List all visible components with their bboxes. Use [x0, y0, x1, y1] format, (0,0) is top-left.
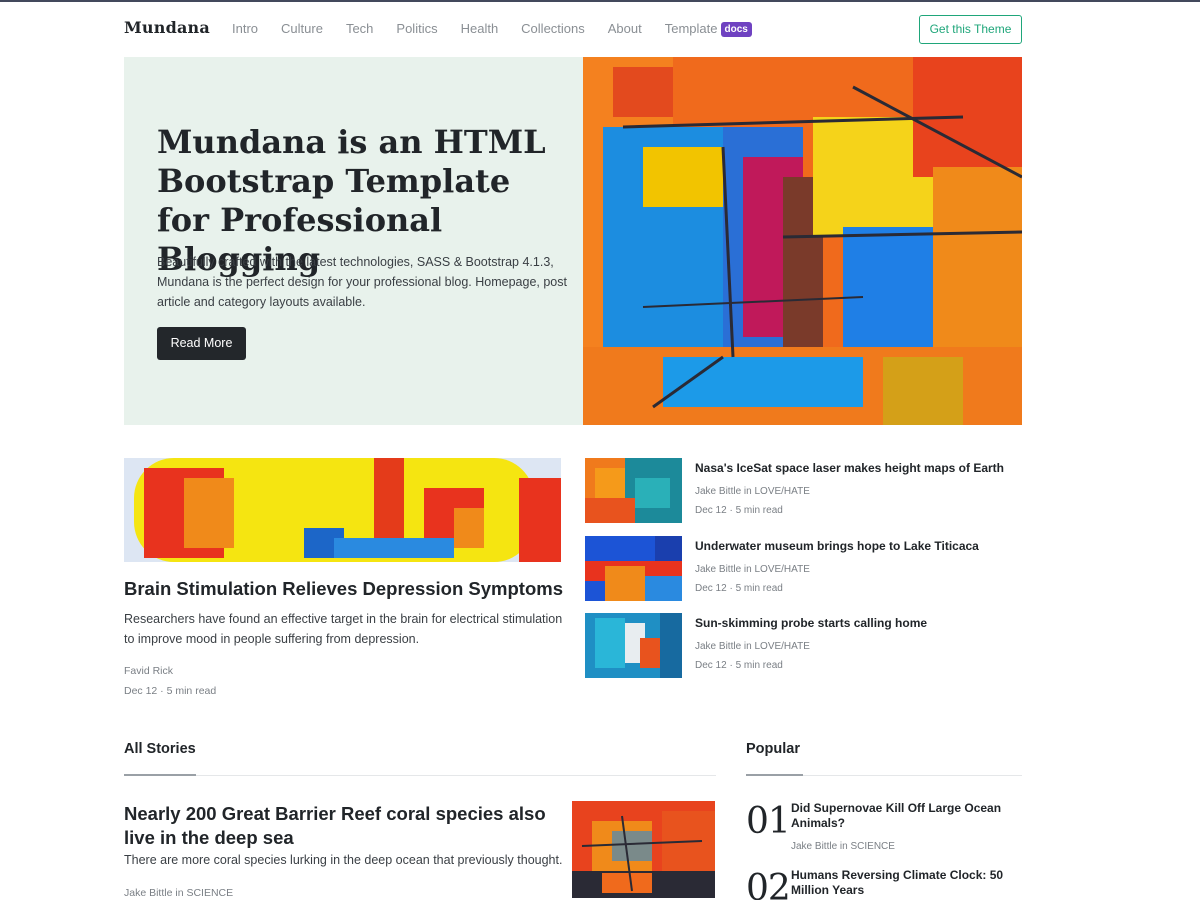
- all-stories-divider: [124, 775, 716, 776]
- nav-link-culture[interactable]: Culture: [281, 21, 323, 38]
- popular-underline: [746, 774, 803, 776]
- nav-link-collections[interactable]: Collections: [521, 21, 585, 38]
- story-image[interactable]: [572, 801, 715, 898]
- nav-link-politics[interactable]: Politics: [396, 21, 437, 38]
- nav-link-template-label: Template: [664, 21, 718, 36]
- featured-title[interactable]: Brain Stimulation Relieves Depression Sy…: [124, 578, 564, 600]
- side-article: Sun-skimming probe starts calling home J…: [585, 613, 1022, 678]
- hero-panel: Mundana is an HTML Bootstrap Template fo…: [124, 57, 583, 425]
- docs-badge: docs: [720, 22, 752, 37]
- all-stories-underline: [124, 774, 196, 776]
- side-article-meta: Dec 12 · 5 min read: [695, 583, 783, 594]
- nav-link-template[interactable]: Template docs: [665, 21, 752, 38]
- side-article-author[interactable]: Jake Bittle in LOVE/HATE: [695, 486, 810, 497]
- side-article-meta: Dec 12 · 5 min read: [695, 505, 783, 516]
- story-title[interactable]: Nearly 200 Great Barrier Reef coral spec…: [124, 802, 564, 850]
- side-article-author[interactable]: Jake Bittle in LOVE/HATE: [695, 641, 810, 652]
- nav-link-about[interactable]: About: [608, 21, 642, 38]
- popular-title[interactable]: Humans Reversing Climate Clock: 50 Milli…: [791, 868, 1016, 898]
- featured-image[interactable]: [124, 458, 561, 562]
- side-article-thumbnail[interactable]: [585, 536, 682, 601]
- nav-link-intro[interactable]: Intro: [232, 21, 258, 38]
- popular-number: 02: [746, 868, 791, 900]
- side-article: Underwater museum brings hope to Lake Ti…: [585, 536, 1022, 601]
- hero-text: Beautifully crafted with the latest tech…: [157, 255, 567, 309]
- all-stories-heading: All Stories: [124, 741, 196, 757]
- side-article: Nasa's IceSat space laser makes height m…: [585, 458, 1022, 523]
- side-article-title[interactable]: Underwater museum brings hope to Lake Ti…: [695, 539, 1025, 553]
- side-article-thumbnail[interactable]: [585, 613, 682, 678]
- side-article-author[interactable]: Jake Bittle in LOVE/HATE: [695, 564, 810, 575]
- hero-image[interactable]: [583, 57, 1022, 425]
- hero: Mundana is an HTML Bootstrap Template fo…: [124, 57, 1022, 425]
- nav-link-tech[interactable]: Tech: [346, 21, 373, 38]
- featured-text: Researchers have found an effective targ…: [124, 612, 563, 646]
- side-article-thumbnail[interactable]: [585, 458, 682, 523]
- popular-heading: Popular: [746, 741, 800, 757]
- side-article-title[interactable]: Sun-skimming probe starts calling home: [695, 616, 1025, 630]
- nav-link-health[interactable]: Health: [461, 21, 499, 38]
- popular-number: 01: [746, 801, 791, 842]
- top-border: [0, 0, 1200, 2]
- story-author[interactable]: Jake Bittle in SCIENCE: [124, 887, 233, 899]
- featured-meta: Dec 12 · 5 min read: [124, 685, 217, 697]
- popular-title[interactable]: Did Supernovae Kill Off Large Ocean Anim…: [791, 801, 1016, 831]
- side-article-title[interactable]: Nasa's IceSat space laser makes height m…: [695, 461, 1025, 475]
- read-more-button[interactable]: Read More: [157, 327, 246, 360]
- story-text: There are more coral species lurking in …: [124, 853, 563, 867]
- get-theme-button[interactable]: Get this Theme: [919, 15, 1022, 44]
- side-article-meta: Dec 12 · 5 min read: [695, 660, 783, 671]
- brand-logo[interactable]: Mundana: [124, 18, 210, 37]
- nav-links: Intro Culture Tech Politics Health Colle…: [232, 21, 775, 38]
- navbar: Mundana Intro Culture Tech Politics Heal…: [124, 14, 1022, 44]
- popular-author[interactable]: Jake Bittle in SCIENCE: [791, 841, 895, 852]
- featured-author[interactable]: Favid Rick: [124, 665, 173, 677]
